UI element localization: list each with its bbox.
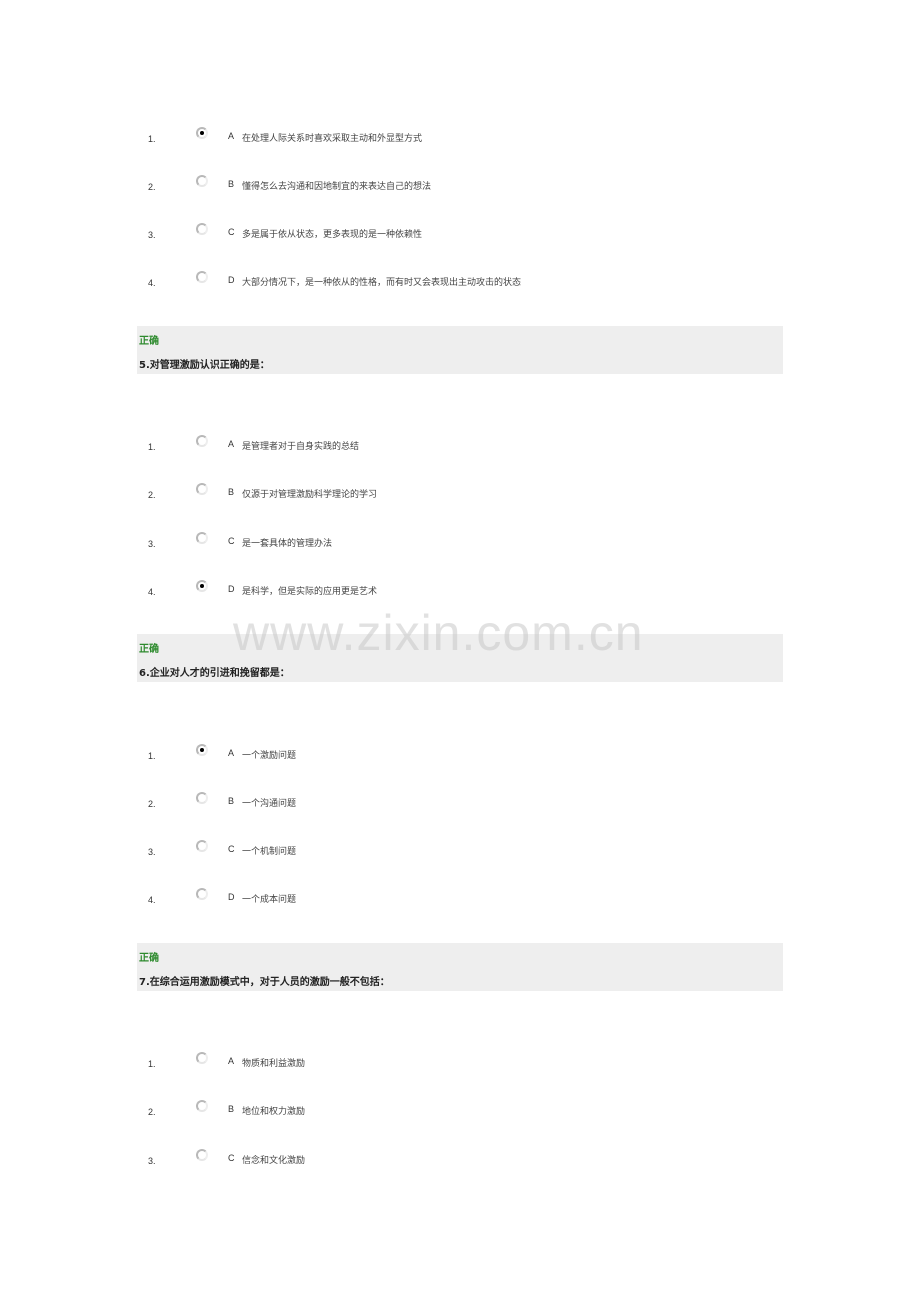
option-letter: B: [228, 179, 235, 189]
option-text: 仅源于对管理激励科学理论的学习: [242, 490, 378, 500]
option-row: 3. C 是一套具体的管理办法: [0, 532, 920, 555]
radio-button-icon[interactable]: [196, 175, 208, 187]
radio-button-checked-icon[interactable]: [196, 127, 208, 139]
radio-button-icon[interactable]: [196, 532, 208, 544]
option-text: 懂得怎么去沟通和因地制宜的来表达自己的想法: [242, 182, 432, 192]
option-letter: B: [228, 487, 235, 497]
option-letter: D: [228, 584, 235, 594]
option-text: 是一套具体的管理办法: [242, 539, 333, 549]
option-number: 2.: [148, 799, 156, 809]
option-text: 是管理者对于自身实践的总结: [242, 442, 360, 452]
radio-button-icon[interactable]: [196, 840, 208, 852]
option-number: 3.: [148, 1156, 156, 1166]
radio-button-icon[interactable]: [196, 435, 208, 447]
option-text: 一个机制问题: [242, 847, 297, 857]
option-letter: A: [228, 439, 235, 449]
option-row: 3. C 多是属于依从状态，更多表现的是一种依赖性: [0, 223, 920, 246]
option-number: 2.: [148, 490, 156, 500]
option-number: 1.: [148, 751, 156, 761]
option-text: 物质和利益激励: [242, 1059, 306, 1069]
correct-status: 正确: [139, 644, 159, 655]
option-row: 2. B 一个沟通问题: [0, 792, 920, 815]
option-number: 1.: [148, 134, 156, 144]
option-number: 3.: [148, 539, 156, 549]
option-letter: D: [228, 892, 235, 902]
option-number: 4.: [148, 587, 156, 597]
radio-button-icon[interactable]: [196, 1052, 208, 1064]
option-text: 信念和文化激励: [242, 1156, 306, 1166]
option-number: 2.: [148, 1107, 156, 1117]
option-row: 4. D 是科学，但是实际的应用更是艺术: [0, 580, 920, 603]
radio-button-icon[interactable]: [196, 792, 208, 804]
option-text: 多是属于依从状态，更多表现的是一种依赖性: [242, 230, 423, 240]
radio-button-icon[interactable]: [196, 223, 208, 235]
option-number: 4.: [148, 895, 156, 905]
option-text: 在处理人际关系时喜欢采取主动和外显型方式: [242, 134, 423, 144]
option-number: 1.: [148, 442, 156, 452]
option-number: 3.: [148, 230, 156, 240]
option-row: 2. B 仅源于对管理激励科学理论的学习: [0, 483, 920, 506]
option-row: 2. B 懂得怎么去沟通和因地制宜的来表达自己的想法: [0, 175, 920, 198]
radio-button-checked-icon[interactable]: [196, 744, 208, 756]
option-letter: B: [228, 796, 235, 806]
option-number: 3.: [148, 847, 156, 857]
option-row: 3. C 一个机制问题: [0, 840, 920, 863]
option-text: 一个激励问题: [242, 751, 297, 761]
radio-button-icon[interactable]: [196, 483, 208, 495]
correct-status: 正确: [139, 336, 159, 347]
option-text: 大部分情况下，是一种依从的性格，而有时又会表现出主动攻击的状态: [242, 278, 522, 288]
option-row: 1. A 在处理人际关系时喜欢采取主动和外显型方式: [0, 127, 920, 150]
radio-button-icon[interactable]: [196, 1149, 208, 1161]
option-letter: A: [228, 748, 235, 758]
question-title: 7.在综合运用激励模式中，对于人员的激励一般不包括：: [139, 977, 390, 988]
option-letter: C: [228, 844, 235, 854]
option-letter: A: [228, 1056, 235, 1066]
option-row: 4. D 大部分情况下，是一种依从的性格，而有时又会表现出主动攻击的状态: [0, 271, 920, 294]
question-header: 正确 7.在综合运用激励模式中，对于人员的激励一般不包括：: [137, 943, 783, 991]
option-row: 1. A 一个激励问题: [0, 744, 920, 767]
option-number: 2.: [148, 182, 156, 192]
option-text: 一个沟通问题: [242, 799, 297, 809]
option-number: 1.: [148, 1059, 156, 1069]
radio-button-checked-icon[interactable]: [196, 580, 208, 592]
option-row: 1. A 物质和利益激励: [0, 1052, 920, 1075]
option-letter: A: [228, 131, 235, 141]
radio-button-icon[interactable]: [196, 271, 208, 283]
radio-button-icon[interactable]: [196, 1100, 208, 1112]
radio-button-icon[interactable]: [196, 888, 208, 900]
option-letter: D: [228, 275, 235, 285]
option-row: 4. D 一个成本问题: [0, 888, 920, 911]
option-text: 一个成本问题: [242, 895, 297, 905]
question-header: 正确 6.企业对人才的引进和挽留都是：: [137, 634, 783, 682]
question-title: 5.对管理激励认识正确的是：: [139, 360, 270, 371]
question-title: 6.企业对人才的引进和挽留都是：: [139, 668, 290, 679]
option-letter: B: [228, 1104, 235, 1114]
option-number: 4.: [148, 278, 156, 288]
option-text: 地位和权力激励: [242, 1107, 306, 1117]
question-header: 正确 5.对管理激励认识正确的是：: [137, 326, 783, 374]
correct-status: 正确: [139, 953, 159, 964]
option-row: 3. C 信念和文化激励: [0, 1149, 920, 1172]
option-row: 1. A 是管理者对于自身实践的总结: [0, 435, 920, 458]
option-letter: C: [228, 1153, 235, 1163]
option-text: 是科学，但是实际的应用更是艺术: [242, 587, 378, 597]
option-letter: C: [228, 536, 235, 546]
option-letter: C: [228, 227, 235, 237]
option-row: 2. B 地位和权力激励: [0, 1100, 920, 1123]
